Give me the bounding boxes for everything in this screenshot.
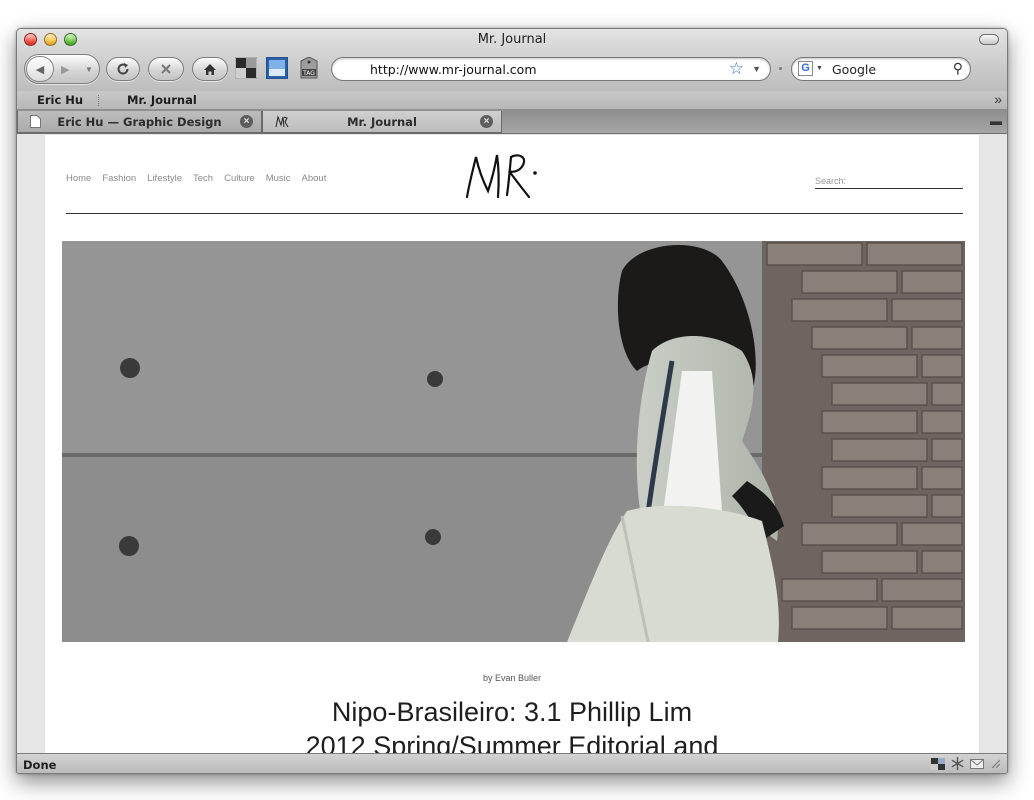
article-byline: by Evan Buller (482, 673, 542, 683)
toolbar: Mr. Journal ◀ ▶ ▼ TAG http://www.mr-jour… (17, 29, 1007, 91)
site-search-label: Search: (815, 176, 847, 186)
extension-icon-grid[interactable] (235, 57, 257, 79)
header-divider (66, 213, 963, 214)
browser-window: Mr. Journal ◀ ▶ ▼ TAG http://www.mr-jour… (16, 28, 1008, 774)
tab-label[interactable]: Eric Hu — Graphic Design (18, 115, 261, 129)
bookmark-mr-journal[interactable]: Mr. Journal (127, 93, 197, 107)
webpage: Home Fashion Lifestyle Tech Culture Musi… (45, 135, 979, 753)
search-placeholder[interactable]: Google (832, 62, 876, 77)
tab-label[interactable]: Mr. Journal (263, 115, 501, 129)
article-title-line-2[interactable]: 2012 Spring/Summer Editorial and (45, 729, 979, 753)
snowflake-icon[interactable] (951, 757, 964, 770)
google-engine-icon[interactable]: G (798, 61, 813, 76)
forward-icon[interactable]: ▶ (61, 63, 69, 76)
hero-image[interactable] (62, 241, 965, 642)
site-search-input[interactable]: Search: (815, 171, 963, 189)
tab-eric-hu[interactable]: Eric Hu — Graphic Design × (17, 111, 262, 133)
toolbar-toggle-button[interactable] (979, 34, 999, 45)
stop-button[interactable] (148, 57, 184, 81)
close-tab-icon[interactable]: × (240, 115, 253, 128)
nav-lifestyle[interactable]: Lifestyle (147, 173, 182, 184)
bookmark-separator (98, 95, 99, 106)
reload-icon (117, 63, 129, 75)
resize-grip-icon[interactable] (990, 758, 1001, 769)
back-icon[interactable]: ◀ (26, 56, 54, 82)
reload-button[interactable] (106, 57, 140, 81)
close-tab-icon[interactable]: × (480, 115, 493, 128)
article-title-line-1[interactable]: Nipo-Brasileiro: 3.1 Phillip Lim (45, 695, 979, 729)
status-text: Done (23, 758, 57, 772)
bookmark-eric-hu[interactable]: Eric Hu (37, 93, 83, 107)
nav-tech[interactable]: Tech (193, 173, 213, 184)
svg-text:TAG: TAG (302, 70, 315, 77)
home-button[interactable] (192, 57, 228, 81)
bookmark-star-icon[interactable]: ☆ (729, 59, 744, 79)
address-bar[interactable]: http://www.mr-journal.com ☆ ▼ (331, 57, 771, 81)
content-viewport: Home Fashion Lifestyle Tech Culture Musi… (17, 135, 1007, 753)
tab-list-icon[interactable]: ▬ (990, 114, 1002, 128)
status-grid-icon[interactable] (931, 757, 945, 770)
bookmarks-overflow-icon[interactable]: » (994, 91, 1002, 107)
nav-fashion[interactable]: Fashion (102, 173, 136, 184)
back-forward-control[interactable]: ◀ ▶ ▼ (24, 54, 100, 84)
nav-music[interactable]: Music (266, 173, 291, 184)
window-title: Mr. Journal (477, 32, 547, 47)
bookmarks-bar: Eric Hu Mr. Journal » (17, 91, 1007, 110)
search-icon[interactable]: ⚲ (953, 60, 963, 77)
nav-culture[interactable]: Culture (224, 173, 255, 184)
nav-about[interactable]: About (302, 173, 327, 184)
nav-home[interactable]: Home (66, 173, 91, 184)
article-title[interactable]: Nipo-Brasileiro: 3.1 Phillip Lim 2012 Sp… (45, 695, 979, 753)
history-dropdown-icon[interactable]: ▼ (85, 65, 93, 74)
site-logo[interactable] (463, 149, 539, 201)
tag-icon[interactable]: TAG (298, 57, 320, 79)
site-nav: Home Fashion Lifestyle Tech Culture Musi… (66, 173, 326, 184)
tab-bar: Eric Hu — Graphic Design × Mr. Journal ×… (17, 110, 1007, 134)
stop-icon (161, 64, 171, 74)
mail-icon[interactable] (970, 758, 984, 769)
extension-icon-blue[interactable] (266, 57, 288, 79)
home-icon (204, 63, 216, 75)
status-bar: Done (17, 753, 1007, 773)
toolbar-separator (779, 67, 782, 70)
search-engine-dropdown-icon[interactable]: ▼ (816, 65, 823, 72)
search-bar[interactable]: G ▼ Google ⚲ (791, 57, 971, 81)
status-icons (931, 757, 1001, 770)
tab-mr-journal[interactable]: Mr. Journal × (262, 111, 502, 133)
url-text[interactable]: http://www.mr-journal.com (370, 62, 537, 77)
url-dropdown-icon[interactable]: ▼ (752, 64, 761, 74)
